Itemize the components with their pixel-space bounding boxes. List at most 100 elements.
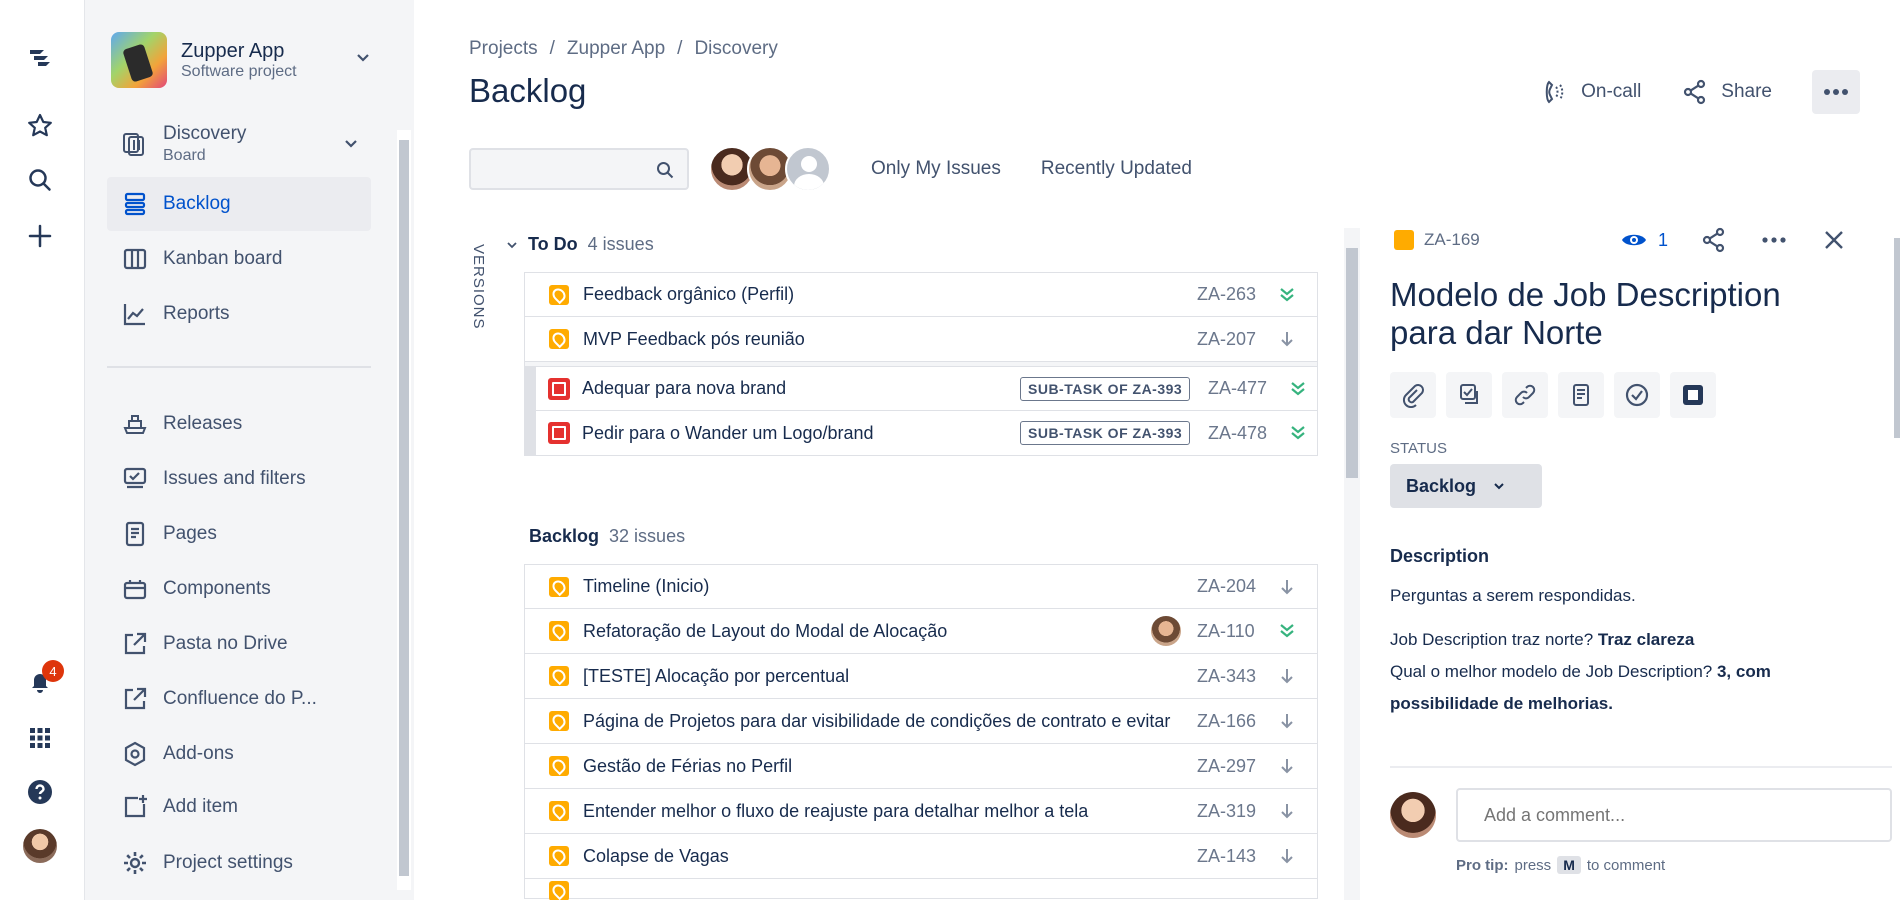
issue-key[interactable]: ZA-319: [1197, 801, 1256, 822]
starred-icon[interactable]: [20, 106, 60, 146]
parent-tag[interactable]: SUB-TASK OF ZA-393: [1020, 376, 1191, 401]
more-icon[interactable]: [1760, 226, 1788, 254]
subtask-icon: [548, 377, 570, 400]
story-icon: [549, 756, 569, 776]
notifications-icon[interactable]: 4: [20, 660, 64, 702]
global-nav: 4: [0, 0, 84, 900]
sidebar-item-pages[interactable]: Pages: [107, 507, 371, 561]
chevron-down-icon[interactable]: [355, 50, 371, 66]
comment-tip: Pro tip: press M to comment: [1456, 856, 1665, 874]
breadcrumb-project[interactable]: Zupper App: [567, 38, 665, 60]
share-icon[interactable]: [1700, 226, 1728, 254]
link-issue-button[interactable]: [1502, 372, 1548, 418]
sidebar-item-releases[interactable]: Releases: [107, 397, 371, 451]
close-icon[interactable]: [1820, 226, 1848, 254]
app-switcher-icon[interactable]: [20, 718, 60, 758]
issue-summary: MVP Feedback pós reunião: [583, 328, 805, 349]
story-icon: [549, 621, 569, 641]
sidebar-item-label: Add-ons: [163, 743, 234, 764]
issue-summary: Refatoração de Layout do Modal de Alocaç…: [583, 620, 948, 641]
board-switcher[interactable]: Discovery Board: [107, 114, 371, 174]
create-icon[interactable]: [20, 216, 60, 256]
issue-key[interactable]: ZA-478: [1208, 423, 1267, 444]
issue-key[interactable]: ZA-143: [1197, 846, 1256, 867]
search-input[interactable]: [471, 150, 651, 188]
help-icon[interactable]: [20, 772, 60, 812]
oncall-button[interactable]: On-call: [1541, 78, 1641, 106]
issue-row-partial[interactable]: [524, 879, 1318, 900]
assignee-avatar[interactable]: [1151, 616, 1181, 646]
subtask-row[interactable]: Adequar para nova brand SUB-TASK OF ZA-3…: [524, 366, 1318, 411]
create-subtask-button[interactable]: [1446, 372, 1492, 418]
chevron-down-icon: [1494, 483, 1504, 490]
detail-scrollbar[interactable]: [1894, 238, 1900, 438]
issue-key[interactable]: ZA-477: [1208, 378, 1267, 399]
issues-icon: [123, 467, 147, 489]
watch-button[interactable]: 1: [1620, 226, 1668, 254]
breadcrumb-board[interactable]: Discovery: [694, 38, 777, 60]
recently-updated-filter[interactable]: Recently Updated: [1041, 158, 1192, 180]
sidebar-item-confluence[interactable]: Confluence do P...: [107, 672, 371, 726]
backlog-issue-list: Timeline (Inicio) ZA-204 Refatoração de …: [524, 564, 1318, 900]
backlog-section-header[interactable]: Backlog 32 issues: [529, 526, 685, 547]
issue-title[interactable]: Modelo de Job Description para dar Norte: [1390, 276, 1850, 352]
sidebar-item-backlog[interactable]: Backlog: [107, 177, 371, 231]
backlog-scrollbar[interactable]: [1344, 228, 1360, 900]
issue-row[interactable]: Feedback orgânico (Perfil) ZA-263: [524, 272, 1318, 317]
sidebar-scrollbar[interactable]: [397, 130, 411, 890]
breadcrumb-separator: /: [549, 38, 555, 59]
sidebar-item-kanban-board[interactable]: Kanban board: [107, 232, 371, 286]
add-item-icon: [124, 795, 147, 818]
description-line: Job Description traz norte? Traz clareza: [1390, 624, 1850, 656]
sidebar-item-issues-and-filters[interactable]: Issues and filters: [107, 452, 371, 506]
sidebar-item-add-ons[interactable]: Add-ons: [107, 727, 371, 781]
comment-input[interactable]: [1458, 790, 1890, 840]
issue-row[interactable]: MVP Feedback pós reunião ZA-207: [524, 317, 1318, 362]
detail-divider: [1390, 766, 1892, 768]
issue-key[interactable]: ZA-297: [1197, 756, 1256, 777]
sidebar-item-reports[interactable]: Reports: [107, 287, 371, 341]
question-2: Qual o melhor modelo de Job Description?: [1390, 662, 1713, 681]
approval-button[interactable]: [1614, 372, 1660, 418]
sidebar-item-pasta-no-drive[interactable]: Pasta no Drive: [107, 617, 371, 671]
link-page-button[interactable]: [1558, 372, 1604, 418]
jira-logo-icon[interactable]: [20, 38, 60, 78]
issue-row[interactable]: Entender melhor o fluxo de reajuste para…: [524, 789, 1318, 834]
detail-issue-key[interactable]: ZA-169: [1394, 230, 1480, 250]
subtask-row[interactable]: Pedir para o Wander um Logo/brand SUB-TA…: [524, 411, 1318, 456]
sidebar-item-add-item[interactable]: Add item: [107, 780, 371, 834]
avatar-unassigned[interactable]: [785, 146, 831, 192]
share-button[interactable]: Share: [1681, 78, 1772, 106]
sidebar-item-components[interactable]: Components: [107, 562, 371, 616]
issue-key[interactable]: ZA-207: [1197, 329, 1256, 350]
issue-row[interactable]: Timeline (Inicio) ZA-204: [524, 564, 1318, 609]
issue-key[interactable]: ZA-204: [1197, 576, 1256, 597]
breadcrumb-projects[interactable]: Projects: [469, 38, 538, 60]
sidebar-item-project-settings[interactable]: Project settings: [107, 836, 371, 890]
todo-section-header[interactable]: To Do 4 issues: [506, 234, 654, 255]
only-my-issues-filter[interactable]: Only My Issues: [871, 158, 1001, 180]
issue-row[interactable]: [TESTE] Alocação por percentual ZA-343: [524, 654, 1318, 699]
issue-key[interactable]: ZA-343: [1197, 666, 1256, 687]
app-integration-button[interactable]: [1670, 372, 1716, 418]
profile-avatar[interactable]: [20, 826, 60, 866]
comment-box: [1456, 788, 1892, 842]
more-actions-button[interactable]: [1812, 70, 1860, 114]
versions-panel-toggle[interactable]: VERSIONS: [470, 244, 487, 330]
project-header[interactable]: Zupper App Software project: [111, 32, 297, 88]
issue-row[interactable]: Refatoração de Layout do Modal de Alocaç…: [524, 609, 1318, 654]
issue-key[interactable]: ZA-110: [1197, 621, 1255, 642]
description-body[interactable]: Perguntas a serem respondidas. Job Descr…: [1390, 580, 1850, 720]
project-name: Zupper App: [181, 39, 285, 62]
issue-key[interactable]: ZA-263: [1197, 284, 1256, 305]
issue-row[interactable]: Colapse de Vagas ZA-143: [524, 834, 1318, 879]
issue-row[interactable]: Gestão de Férias no Perfil ZA-297: [524, 744, 1318, 789]
attach-button[interactable]: [1390, 372, 1436, 418]
parent-tag[interactable]: SUB-TASK OF ZA-393: [1020, 421, 1191, 445]
search-icon[interactable]: [20, 160, 60, 200]
tip-prefix: Pro tip:: [1456, 856, 1509, 874]
status-dropdown[interactable]: Backlog: [1390, 464, 1542, 508]
keyboard-shortcut: M: [1557, 856, 1581, 874]
issue-row[interactable]: Página de Projetos para dar visibilidade…: [524, 699, 1318, 744]
issue-key[interactable]: ZA-166: [1197, 711, 1256, 732]
